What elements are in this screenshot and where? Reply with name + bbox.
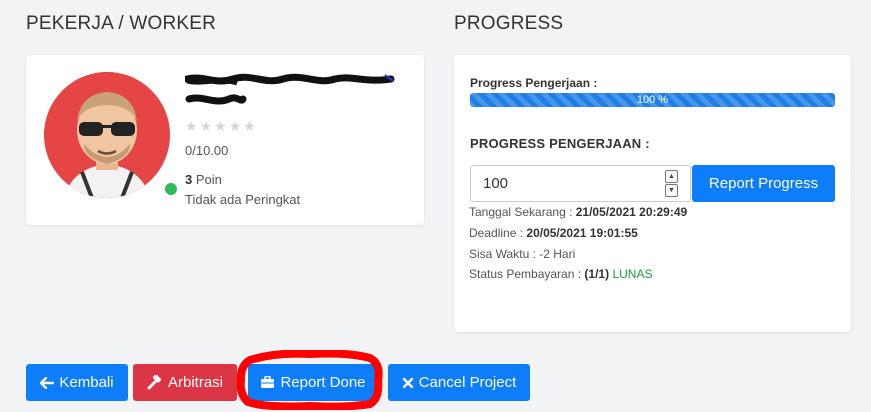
avatar[interactable]	[44, 72, 180, 198]
arrow-left-icon	[40, 376, 55, 389]
progress-input-heading: PROGRESS PENGERJAAN :	[470, 136, 650, 151]
report-done-button-label: Report Done	[280, 374, 366, 391]
redacted-worker-name	[185, 73, 395, 105]
progress-card: Progress Pengerjaan : 100 % PROGRESS PEN…	[454, 55, 851, 332]
gavel-icon	[147, 375, 162, 390]
points-label: Poin	[195, 172, 222, 187]
star-icon: ★	[228, 118, 243, 134]
current-date-line: Tanggal Sekarang : 21/05/2021 20:29:49	[469, 205, 687, 219]
back-button[interactable]: Kembali	[26, 364, 128, 401]
payment-status-badge: LUNAS	[612, 267, 653, 281]
progress-number-input[interactable]: 100	[470, 165, 691, 202]
arbitration-button-label: Arbitrasi	[167, 374, 223, 391]
star-icon: ★	[199, 118, 214, 134]
worker-points: 3 Poin	[185, 172, 222, 187]
worker-avatar-illustration	[44, 72, 170, 198]
report-done-button[interactable]: Report Done	[248, 364, 378, 401]
payment-status-line: Status Pembayaran : (1/1) LUNAS	[469, 267, 652, 281]
close-icon	[402, 377, 413, 388]
remaining-time: Sisa Waktu : -2 Hari	[469, 247, 576, 261]
online-status-indicator	[162, 180, 180, 198]
progress-bar-text: 100 %	[636, 94, 669, 106]
worker-rank: Tidak ada Peringkat	[185, 192, 301, 207]
briefcase-icon	[261, 376, 275, 388]
star-icon: ★	[185, 118, 199, 134]
spin-down-icon[interactable]: ▼	[665, 184, 678, 197]
rating-stars: ★ ★ ★ ★ ★	[185, 118, 257, 135]
worker-card: ★ ★ ★ ★ ★ 0/10.00 3 Poin Tidak ada Perin…	[26, 55, 424, 225]
star-icon: ★	[243, 118, 257, 134]
points-value: 3	[185, 172, 193, 187]
current-date-value: 21/05/2021 20:29:49	[575, 205, 688, 219]
current-date-label: Tanggal Sekarang :	[469, 205, 573, 219]
progress-bar-label: Progress Pengerjaan :	[470, 76, 598, 90]
star-icon: ★	[214, 118, 228, 134]
progress-section-title: PROGRESS	[454, 13, 564, 34]
arbitration-button[interactable]: Arbitrasi	[133, 364, 237, 401]
deadline-line: Deadline : 20/05/2021 19:01:55	[469, 226, 638, 240]
progress-bar: 100 %	[470, 93, 835, 107]
back-button-label: Kembali	[59, 374, 114, 391]
cancel-project-button-label: Cancel Project	[418, 374, 517, 391]
cancel-project-button[interactable]: Cancel Project	[388, 364, 530, 401]
deadline-value: 20/05/2021 19:01:55	[526, 226, 638, 240]
report-progress-button[interactable]: Report Progress	[692, 165, 835, 202]
payment-count: (1/1)	[584, 267, 610, 281]
deadline-label: Deadline :	[469, 226, 524, 240]
worker-section-title: PEKERJA / WORKER	[26, 13, 217, 34]
spin-up-icon[interactable]: ▲	[665, 170, 678, 183]
payment-status-label: Status Pembayaran :	[469, 267, 582, 281]
rating-score: 0/10.00	[185, 143, 229, 158]
number-spinner[interactable]: ▲ ▼	[665, 170, 678, 197]
